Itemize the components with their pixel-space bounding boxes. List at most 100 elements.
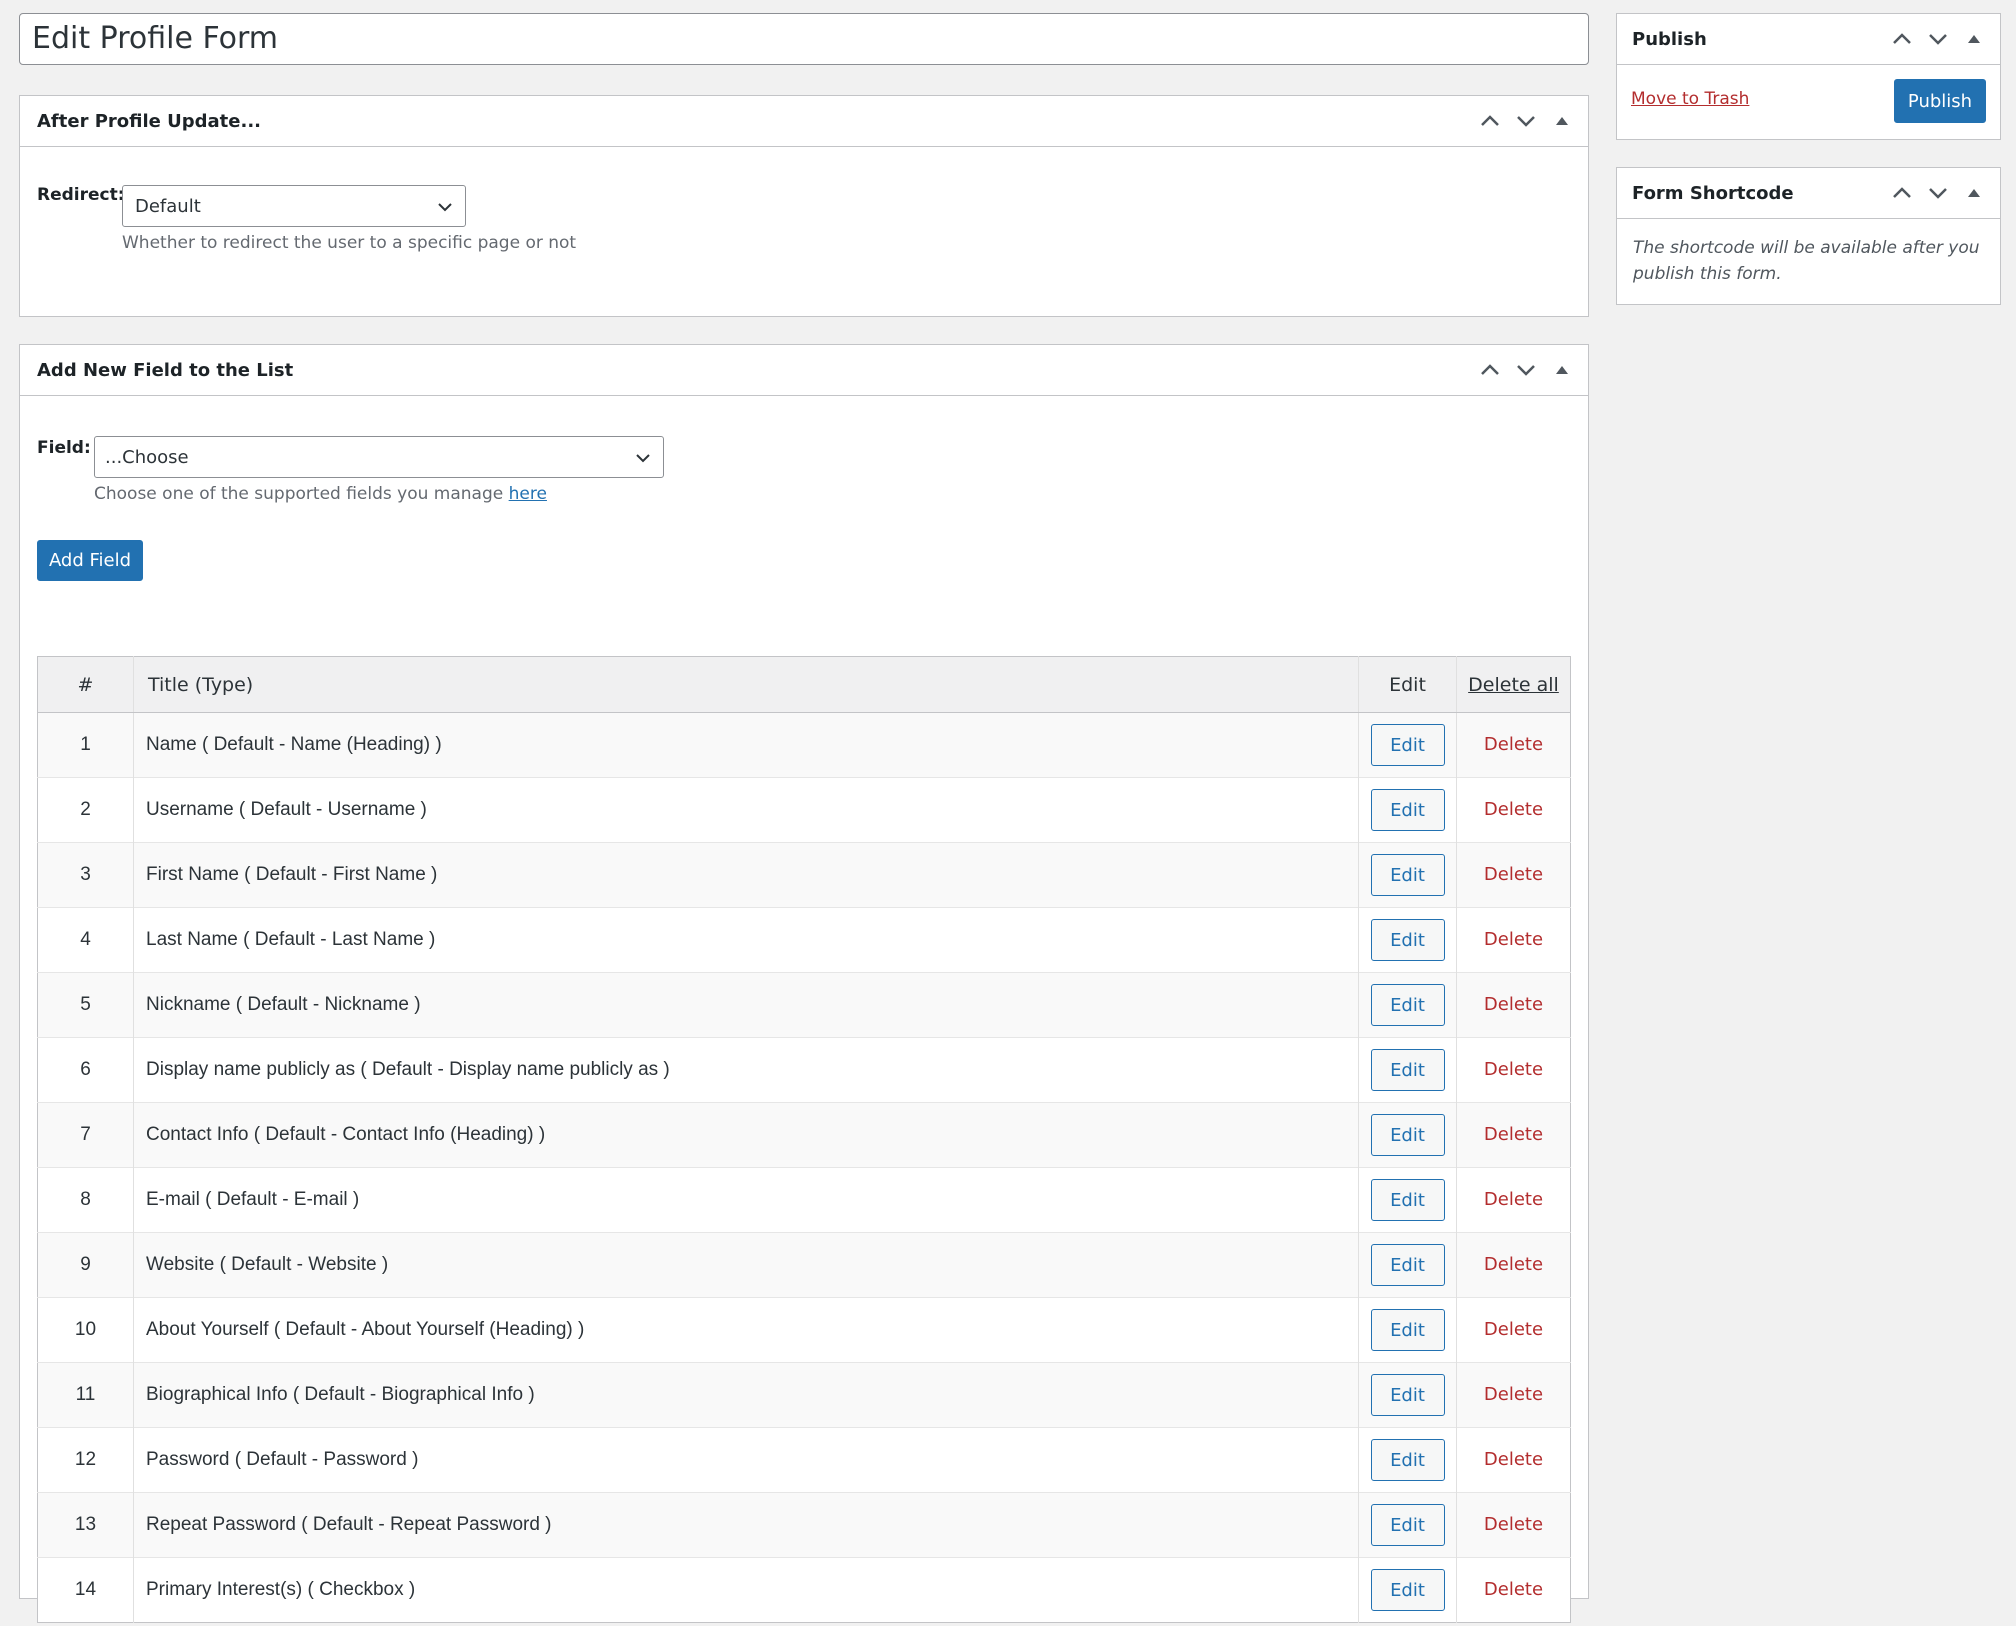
after-profile-update-box: After Profile Update... Redirect: Defaul… <box>19 95 1589 317</box>
row-edit-cell: Edit <box>1358 1037 1457 1103</box>
chevron-down-icon[interactable] <box>1924 25 1952 53</box>
dropdown-chevron-icon <box>635 447 651 468</box>
row-number: 13 <box>37 1492 134 1558</box>
row-number: 5 <box>37 972 134 1038</box>
caret-up-icon[interactable] <box>1960 179 1988 207</box>
caret-up-icon[interactable] <box>1960 25 1988 53</box>
delete-link[interactable]: Delete <box>1484 1254 1543 1275</box>
box-controls <box>1476 356 1576 384</box>
delete-link[interactable]: Delete <box>1484 799 1543 820</box>
delete-link[interactable]: Delete <box>1484 1124 1543 1145</box>
form-shortcode-box: Form Shortcode The shortcode will be ava… <box>1616 167 2001 305</box>
col-header-num: # <box>37 656 134 713</box>
manage-fields-link[interactable]: here <box>509 484 547 504</box>
row-delete-cell: Delete <box>1456 1037 1571 1103</box>
row-edit-cell: Edit <box>1358 712 1457 778</box>
row-delete-cell: Delete <box>1456 777 1571 843</box>
redirect-select[interactable]: Default <box>122 185 466 227</box>
after-profile-update-body: Redirect: Default Whether to redirect th… <box>20 147 1588 253</box>
delete-link[interactable]: Delete <box>1484 734 1543 755</box>
box-title: Publish <box>1632 28 1707 50</box>
row-number: 1 <box>37 712 134 778</box>
chevron-up-icon[interactable] <box>1888 179 1916 207</box>
chevron-down-icon[interactable] <box>1512 107 1540 135</box>
publish-box: Publish Move to Trash Publish <box>1616 13 2001 140</box>
edit-button[interactable]: Edit <box>1370 1504 1445 1546</box>
edit-button[interactable]: Edit <box>1370 919 1445 961</box>
row-delete-cell: Delete <box>1456 1102 1571 1168</box>
delete-link[interactable]: Delete <box>1484 1384 1543 1405</box>
fields-table: # Title (Type) Edit Delete all 1 Name ( D… <box>37 656 1571 1623</box>
delete-link[interactable]: Delete <box>1484 1579 1543 1600</box>
box-controls <box>1888 179 1988 207</box>
edit-button[interactable]: Edit <box>1370 1049 1445 1091</box>
after-profile-update-header: After Profile Update... <box>20 96 1588 147</box>
edit-button[interactable]: Edit <box>1370 1244 1445 1286</box>
row-edit-cell: Edit <box>1358 1492 1457 1558</box>
delete-link[interactable]: Delete <box>1484 864 1543 885</box>
row-title: Name ( Default - Name (Heading) ) <box>133 712 1359 778</box>
chevron-up-icon[interactable] <box>1888 25 1916 53</box>
chevron-down-icon[interactable] <box>1924 179 1952 207</box>
edit-button[interactable]: Edit <box>1370 1569 1445 1611</box>
chevron-up-icon[interactable] <box>1476 107 1504 135</box>
edit-button[interactable]: Edit <box>1370 789 1445 831</box>
caret-up-icon[interactable] <box>1548 107 1576 135</box>
table-header-row: # Title (Type) Edit Delete all <box>37 656 1571 713</box>
edit-button[interactable]: Edit <box>1370 1114 1445 1156</box>
field-select[interactable]: ...Choose <box>94 436 664 478</box>
add-field-button[interactable]: Add Field <box>37 540 143 581</box>
publish-body: Move to Trash Publish <box>1617 65 2000 140</box>
delete-link[interactable]: Delete <box>1484 929 1543 950</box>
row-delete-cell: Delete <box>1456 1492 1571 1558</box>
edit-button[interactable]: Edit <box>1370 724 1445 766</box>
publish-button[interactable]: Publish <box>1894 79 1986 123</box>
delete-link[interactable]: Delete <box>1484 1189 1543 1210</box>
row-edit-cell: Edit <box>1358 1362 1457 1428</box>
table-row: 6 Display name publicly as ( Default - Di… <box>37 1037 1571 1103</box>
row-title: Username ( Default - Username ) <box>133 777 1359 843</box>
delete-link[interactable]: Delete <box>1484 994 1543 1015</box>
row-title: Nickname ( Default - Nickname ) <box>133 972 1359 1038</box>
delete-link[interactable]: Delete <box>1484 1449 1543 1470</box>
edit-button[interactable]: Edit <box>1370 984 1445 1026</box>
row-number: 7 <box>37 1102 134 1168</box>
row-delete-cell: Delete <box>1456 972 1571 1038</box>
row-number: 9 <box>37 1232 134 1298</box>
chevron-up-icon[interactable] <box>1476 356 1504 384</box>
chevron-down-icon[interactable] <box>1512 356 1540 384</box>
box-title: After Profile Update... <box>37 110 261 132</box>
row-edit-cell: Edit <box>1358 1557 1457 1623</box>
edit-button[interactable]: Edit <box>1370 1374 1445 1416</box>
row-title: About Yourself ( Default - About Yoursel… <box>133 1297 1359 1363</box>
row-number: 14 <box>37 1557 134 1623</box>
delete-link[interactable]: Delete <box>1484 1059 1543 1080</box>
box-title: Add New Field to the List <box>37 359 294 381</box>
delete-link[interactable]: Delete <box>1484 1514 1543 1535</box>
form-title-input[interactable]: Edit Profile Form <box>19 13 1589 65</box>
col-header-title: Title (Type) <box>133 656 1359 713</box>
move-to-trash-link[interactable]: Move to Trash <box>1631 89 1749 109</box>
field-description: Choose one of the supported fields you m… <box>94 484 547 504</box>
delete-link[interactable]: Delete <box>1484 1319 1543 1340</box>
table-row: 3 First Name ( Default - First Name ) Edit… <box>37 842 1571 908</box>
table-row: 9 Website ( Default - Website ) Edit Delete <box>37 1232 1571 1298</box>
edit-button[interactable]: Edit <box>1370 1179 1445 1221</box>
redirect-description: Whether to redirect the user to a specif… <box>122 233 577 253</box>
row-delete-cell: Delete <box>1456 1232 1571 1298</box>
row-edit-cell: Edit <box>1358 907 1457 973</box>
table-row: 2 Username ( Default - Username ) Edit Dele… <box>37 777 1571 843</box>
row-number: 12 <box>37 1427 134 1493</box>
row-title: Contact Info ( Default - Contact Info (H… <box>133 1102 1359 1168</box>
edit-button[interactable]: Edit <box>1370 1309 1445 1351</box>
caret-up-icon[interactable] <box>1548 356 1576 384</box>
table-row: 14 Primary Interest(s) ( Checkbox ) Edit De… <box>37 1557 1571 1623</box>
edit-button[interactable]: Edit <box>1370 854 1445 896</box>
delete-all-link[interactable]: Delete all <box>1468 674 1559 696</box>
row-delete-cell: Delete <box>1456 907 1571 973</box>
row-title: Website ( Default - Website ) <box>133 1232 1359 1298</box>
edit-button[interactable]: Edit <box>1370 1439 1445 1481</box>
row-number: 6 <box>37 1037 134 1103</box>
row-title: First Name ( Default - First Name ) <box>133 842 1359 908</box>
redirect-label: Redirect: <box>37 185 125 205</box>
